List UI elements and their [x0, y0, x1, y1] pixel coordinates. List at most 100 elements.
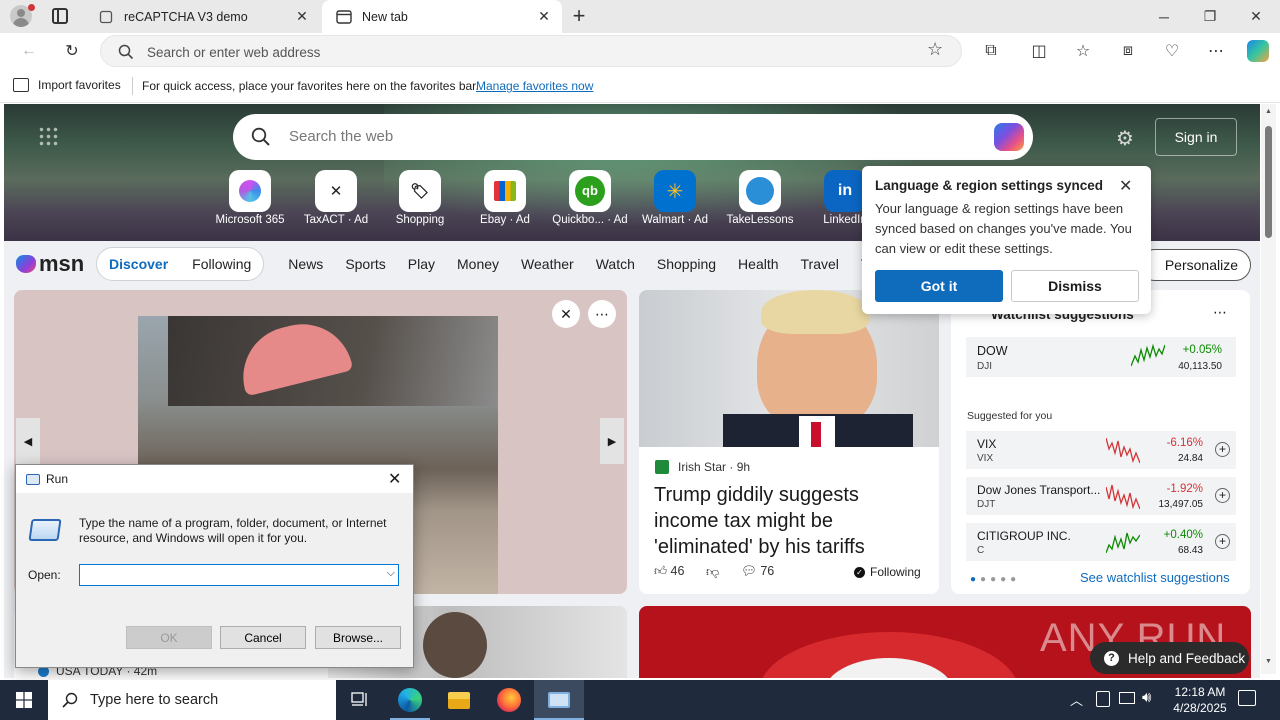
tab-actions-icon[interactable]	[52, 8, 68, 24]
watchlist-more-button[interactable]: ⋯	[1213, 304, 1227, 321]
close-tab-icon[interactable]: ✕	[294, 8, 310, 24]
run-title-bar[interactable]: Run ✕	[16, 465, 413, 493]
tab-following[interactable]: Following	[192, 256, 251, 272]
stock-row-djt[interactable]: Dow Jones Transport... DJT -1.92% 13,497…	[966, 477, 1236, 515]
firefox-icon[interactable]	[485, 680, 533, 720]
nav-health[interactable]: Health	[738, 256, 778, 272]
nav-travel[interactable]: Travel	[801, 256, 839, 272]
news-headline[interactable]: Trump giddily suggests income tax might …	[654, 482, 924, 560]
address-bar[interactable]: ☆	[100, 35, 962, 67]
search-placeholder: Search the web	[289, 128, 394, 145]
dismiss-card-button[interactable]: ✕	[552, 300, 580, 328]
restore-button[interactable]: ❐	[1187, 0, 1233, 33]
help-icon: ?	[1104, 650, 1119, 666]
pagination-dots[interactable]: ●●●●●	[970, 574, 1020, 585]
quick-link-taxact[interactable]: ✕ TaxACT · Ad	[295, 170, 377, 226]
address-input[interactable]	[147, 42, 907, 62]
carousel-next-button[interactable]: ▶	[600, 418, 624, 464]
taskbar-search-box[interactable]: Type here to search	[48, 680, 336, 720]
quick-link-ebay[interactable]: Ebay · Ad	[464, 170, 546, 226]
tab-recaptcha[interactable]: reCAPTCHA V3 demo ✕	[84, 0, 320, 33]
collections-icon[interactable]: ⧈	[1113, 36, 1143, 66]
file-explorer-icon[interactable]	[435, 680, 483, 720]
got-it-button[interactable]: Got it	[875, 270, 1003, 302]
ok-button[interactable]: OK	[126, 626, 212, 649]
page-scrollbar[interactable]: ▲ ▼	[1261, 104, 1276, 674]
performance-icon[interactable]: ♡	[1157, 36, 1187, 66]
quick-link-takelessons[interactable]: TakeLessons	[719, 170, 801, 226]
refresh-button[interactable]: ↻	[57, 36, 87, 66]
settings-gear-icon[interactable]: ⚙	[1116, 126, 1134, 151]
nav-money[interactable]: Money	[457, 256, 499, 272]
open-combobox[interactable]: ⌵	[79, 564, 399, 586]
favorites-divider	[132, 77, 133, 95]
browse-button[interactable]: Browse...	[315, 626, 401, 649]
nav-weather[interactable]: Weather	[521, 256, 574, 272]
quick-link-shopping[interactable]: 🏷 Shopping	[379, 170, 461, 226]
personalize-button[interactable]: Personalize	[1139, 249, 1251, 281]
edge-browser-icon[interactable]	[386, 680, 434, 720]
favorites-icon[interactable]: ☆	[1068, 36, 1098, 66]
dismiss-button[interactable]: Dismiss	[1011, 270, 1139, 302]
nav-sports[interactable]: Sports	[345, 256, 385, 272]
tab-new-tab[interactable]: New tab ✕	[322, 0, 562, 33]
more-menu-icon[interactable]: ⋯	[1201, 36, 1231, 66]
copilot-icon[interactable]	[994, 123, 1024, 151]
card-more-button[interactable]: ⋯	[588, 300, 616, 328]
close-tab-icon[interactable]: ✕	[536, 8, 552, 24]
cancel-button[interactable]: Cancel	[220, 626, 306, 649]
nav-watch[interactable]: Watch	[596, 256, 635, 272]
stock-row-dow[interactable]: DOW DJI +0.05% 40,113.50	[966, 337, 1236, 377]
show-hidden-icons-icon[interactable]: ︿	[1070, 690, 1083, 709]
nav-news[interactable]: News	[288, 256, 323, 272]
run-description: Type the name of a program, folder, docu…	[79, 516, 387, 545]
extensions-icon[interactable]: ⧉	[976, 36, 1006, 66]
chevron-down-icon[interactable]: ⌵	[387, 567, 395, 580]
msn-logo[interactable]: msn	[16, 251, 94, 277]
clock[interactable]: 12:18 AM 4/28/2025	[1160, 684, 1240, 716]
run-taskbar-icon[interactable]	[534, 680, 584, 720]
clock-time: 12:18 AM	[1174, 685, 1226, 699]
split-screen-icon[interactable]: ◫	[1024, 36, 1054, 66]
notifications-icon[interactable]	[1238, 690, 1256, 706]
network-tray-icon[interactable]	[1096, 691, 1110, 707]
quick-link-quickbooks[interactable]: qb Quickbo... · Ad	[549, 170, 631, 226]
new-tab-button[interactable]: +	[568, 5, 590, 28]
quick-link-walmart[interactable]: ✳ Walmart · Ad	[634, 170, 716, 226]
like-button[interactable]: 👍︎ 46	[654, 564, 684, 579]
start-button[interactable]	[0, 680, 48, 720]
task-view-icon[interactable]	[336, 680, 384, 720]
copilot-icon[interactable]	[1243, 36, 1273, 66]
takelessons-icon	[739, 170, 781, 212]
following-badge[interactable]: ✓ Following	[854, 565, 921, 579]
run-close-button[interactable]: ✕	[388, 469, 401, 489]
news-card[interactable]: Irish Star · 9h Trump giddily suggests i…	[639, 290, 939, 594]
favorite-star-icon[interactable]: ☆	[927, 39, 943, 60]
comments-button[interactable]: 💬︎ 76	[741, 564, 774, 579]
open-input[interactable]	[82, 566, 378, 584]
add-stock-icon[interactable]: +	[1215, 534, 1230, 549]
dislike-button[interactable]: 👎︎	[706, 564, 719, 580]
popup-close-icon[interactable]: ✕	[1119, 176, 1132, 196]
sign-in-button[interactable]: Sign in	[1155, 118, 1237, 156]
add-stock-icon[interactable]: +	[1215, 442, 1230, 457]
help-feedback-button[interactable]: ? Help and Feedback	[1090, 642, 1249, 674]
stock-row-citigroup[interactable]: CITIGROUP INC. C +0.40% 68.43 +	[966, 523, 1236, 561]
msn-search-box[interactable]: Search the web	[233, 114, 1033, 160]
back-button[interactable]: ←	[14, 36, 44, 66]
nav-play[interactable]: Play	[408, 256, 435, 272]
add-stock-icon[interactable]: +	[1215, 488, 1230, 503]
import-favorites-button[interactable]: Import favorites	[13, 78, 121, 92]
tab-discover[interactable]: Discover	[109, 256, 168, 272]
apps-grid-icon[interactable]	[38, 126, 58, 146]
stock-row-vix[interactable]: VIX VIX -6.16% 24.84 +	[966, 431, 1236, 469]
manage-favorites-link[interactable]: Manage favorites now	[476, 79, 593, 93]
volume-icon[interactable]: 🔊︎	[1142, 689, 1151, 706]
carousel-prev-button[interactable]: ◀	[16, 418, 40, 464]
minimize-button[interactable]: ─	[1141, 0, 1187, 33]
close-window-button[interactable]: ✕	[1233, 0, 1279, 33]
see-watchlist-link[interactable]: See watchlist suggestions	[1080, 570, 1230, 585]
quick-link-microsoft-365[interactable]: Microsoft 365	[209, 170, 291, 226]
ethernet-icon[interactable]	[1119, 692, 1135, 704]
nav-shopping[interactable]: Shopping	[657, 256, 716, 272]
